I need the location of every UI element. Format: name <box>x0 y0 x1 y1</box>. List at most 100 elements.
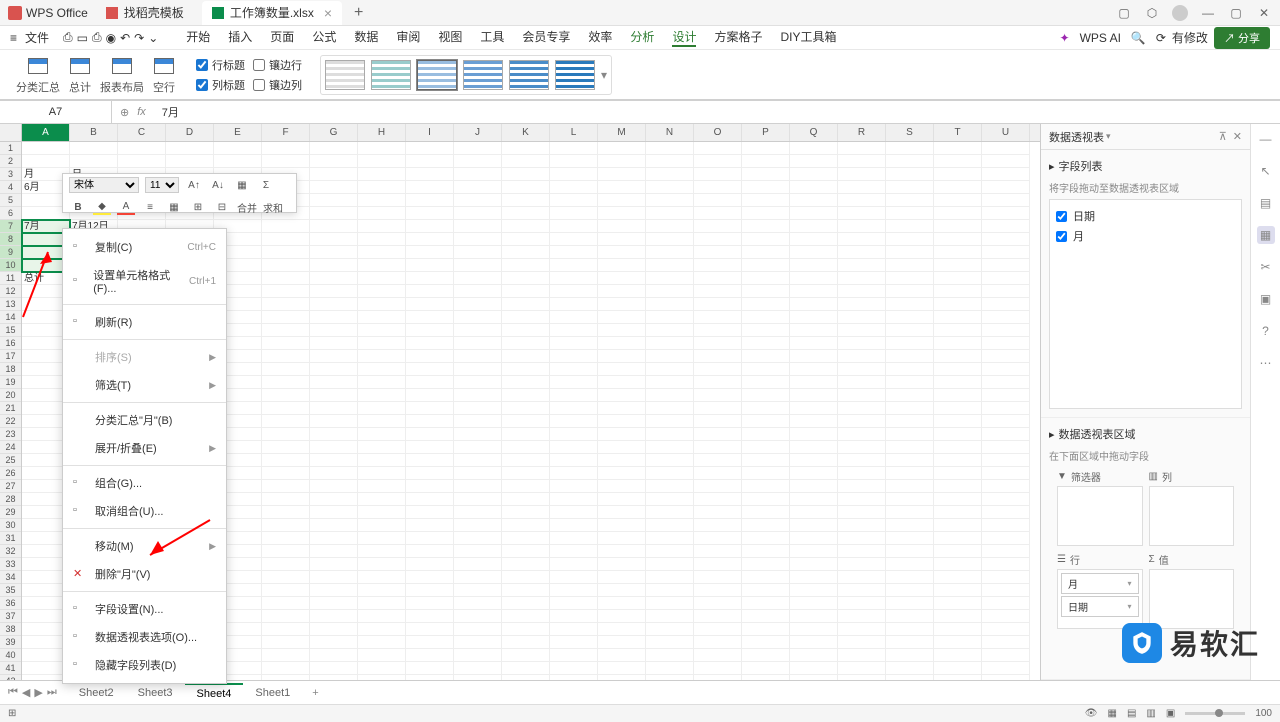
cell-S21[interactable] <box>886 402 934 415</box>
cell-O12[interactable] <box>694 285 742 298</box>
cell-U38[interactable] <box>982 623 1030 636</box>
cell-O14[interactable] <box>694 311 742 324</box>
row-header-32[interactable]: 32 <box>0 545 21 558</box>
cell-B2[interactable] <box>70 155 118 168</box>
cell-P25[interactable] <box>742 454 790 467</box>
cell-F26[interactable] <box>262 467 310 480</box>
cell-F17[interactable] <box>262 350 310 363</box>
menu-tab-工具[interactable]: 工具 <box>480 28 504 47</box>
cell-K37[interactable] <box>502 610 550 623</box>
cell-P30[interactable] <box>742 519 790 532</box>
cell-L14[interactable] <box>550 311 598 324</box>
cell-M2[interactable] <box>598 155 646 168</box>
maximize-icon[interactable]: ▢ <box>1228 5 1244 21</box>
cell-K19[interactable] <box>502 376 550 389</box>
rows-drop[interactable]: 月▾ 日期▾ <box>1057 569 1143 629</box>
cell-I7[interactable] <box>406 220 454 233</box>
cell-L31[interactable] <box>550 532 598 545</box>
cell-J8[interactable] <box>454 233 502 246</box>
ctx-delete[interactable]: ✕删除"月"(V) <box>63 560 226 588</box>
cell-J35[interactable] <box>454 584 502 597</box>
cell-R8[interactable] <box>838 233 886 246</box>
cell-N6[interactable] <box>646 207 694 220</box>
ctx-hide[interactable]: ▫隐藏字段列表(D) <box>63 651 226 679</box>
cell-U41[interactable] <box>982 662 1030 675</box>
cell-Q21[interactable] <box>790 402 838 415</box>
cell-K4[interactable] <box>502 181 550 194</box>
cell-J12[interactable] <box>454 285 502 298</box>
cell-Q10[interactable] <box>790 259 838 272</box>
ctx-group[interactable]: ▫组合(G)... <box>63 469 226 497</box>
ctx-refresh[interactable]: ▫刷新(R) <box>63 308 226 336</box>
row-header-40[interactable]: 40 <box>0 649 21 662</box>
cell-T5[interactable] <box>934 194 982 207</box>
style-gallery[interactable]: ▾ <box>320 55 612 95</box>
cell-T8[interactable] <box>934 233 982 246</box>
menu-tab-效率[interactable]: 效率 <box>588 28 612 47</box>
cell-R6[interactable] <box>838 207 886 220</box>
cell-P4[interactable] <box>742 181 790 194</box>
cell-J30[interactable] <box>454 519 502 532</box>
cell-P17[interactable] <box>742 350 790 363</box>
values-drop[interactable] <box>1149 569 1235 629</box>
menu-tab-视图[interactable]: 视图 <box>438 28 462 47</box>
cell-M16[interactable] <box>598 337 646 350</box>
cell-M38[interactable] <box>598 623 646 636</box>
cell-K25[interactable] <box>502 454 550 467</box>
cell-P35[interactable] <box>742 584 790 597</box>
cell-K36[interactable] <box>502 597 550 610</box>
cell-Q18[interactable] <box>790 363 838 376</box>
cell-G24[interactable] <box>310 441 358 454</box>
cell-S1[interactable] <box>886 142 934 155</box>
cell-S3[interactable] <box>886 168 934 181</box>
cell-L6[interactable] <box>550 207 598 220</box>
cell-P20[interactable] <box>742 389 790 402</box>
cell-P34[interactable] <box>742 571 790 584</box>
menu-tab-公式[interactable]: 公式 <box>312 28 336 47</box>
cell-J11[interactable] <box>454 272 502 285</box>
cell-L10[interactable] <box>550 259 598 272</box>
cell-H33[interactable] <box>358 558 406 571</box>
cell-O5[interactable] <box>694 194 742 207</box>
cell-H22[interactable] <box>358 415 406 428</box>
cell-L39[interactable] <box>550 636 598 649</box>
col-header-B[interactable]: B <box>70 124 118 141</box>
row-header-5[interactable]: 5 <box>0 194 21 207</box>
cell-Q30[interactable] <box>790 519 838 532</box>
cell-F25[interactable] <box>262 454 310 467</box>
cell-I33[interactable] <box>406 558 454 571</box>
panel-close-icon[interactable]: ✕ <box>1233 130 1242 143</box>
cell-F15[interactable] <box>262 324 310 337</box>
row-header-1[interactable]: 1 <box>0 142 21 155</box>
cell-N22[interactable] <box>646 415 694 428</box>
cell-I41[interactable] <box>406 662 454 675</box>
row-header-26[interactable]: 26 <box>0 467 21 480</box>
filter-drop[interactable] <box>1057 486 1143 546</box>
fx-search-icon[interactable]: ⊕ <box>120 106 129 119</box>
cell-M3[interactable] <box>598 168 646 181</box>
cell-J22[interactable] <box>454 415 502 428</box>
cell-R30[interactable] <box>838 519 886 532</box>
cell-O24[interactable] <box>694 441 742 454</box>
cell-P9[interactable] <box>742 246 790 259</box>
cell-A2[interactable] <box>22 155 70 168</box>
cell-T42[interactable] <box>934 675 982 680</box>
cell-G32[interactable] <box>310 545 358 558</box>
col-header-A[interactable]: A <box>22 124 70 141</box>
cell-F41[interactable] <box>262 662 310 675</box>
cell-F36[interactable] <box>262 597 310 610</box>
col-header-U[interactable]: U <box>982 124 1030 141</box>
cell-J9[interactable] <box>454 246 502 259</box>
cell-J36[interactable] <box>454 597 502 610</box>
cell-F33[interactable] <box>262 558 310 571</box>
cell-N10[interactable] <box>646 259 694 272</box>
cell-H32[interactable] <box>358 545 406 558</box>
cell-I27[interactable] <box>406 480 454 493</box>
cell-Q36[interactable] <box>790 597 838 610</box>
cell-Q25[interactable] <box>790 454 838 467</box>
cell-P7[interactable] <box>742 220 790 233</box>
cell-U8[interactable] <box>982 233 1030 246</box>
row-header-21[interactable]: 21 <box>0 402 21 415</box>
cell-K24[interactable] <box>502 441 550 454</box>
cell-N9[interactable] <box>646 246 694 259</box>
